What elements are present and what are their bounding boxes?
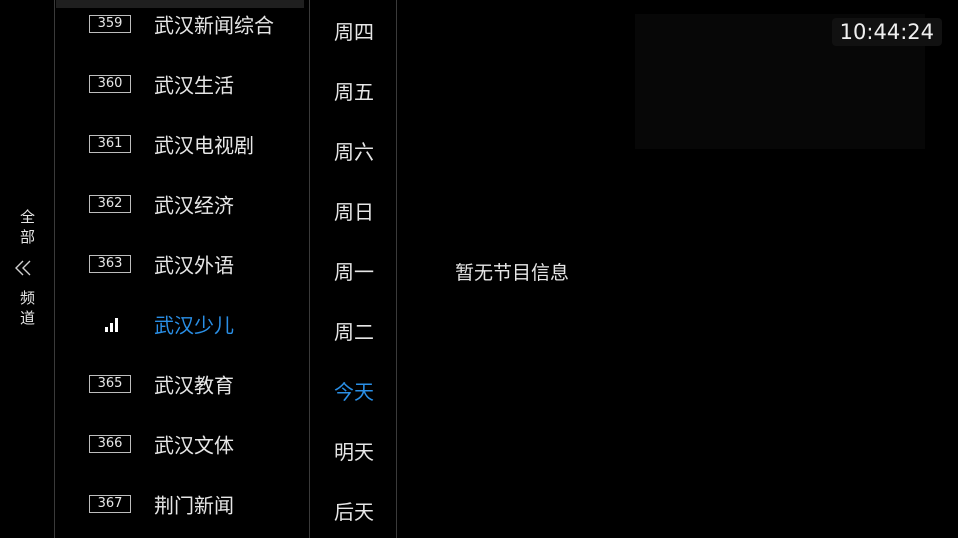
channel-name: 武汉少儿	[154, 313, 234, 338]
channel-name: 武汉新闻综合	[154, 13, 274, 38]
channel-number: 363	[89, 255, 131, 273]
double-chevron-left-icon	[15, 260, 31, 276]
channel-item[interactable]: 360 武汉生活	[56, 54, 310, 114]
channel-list: 359 武汉新闻综合 360 武汉生活 361 武汉电视剧 362 武汉经济 363 武汉外语武汉…	[56, 0, 310, 538]
day-item[interactable]: 后天	[311, 496, 397, 525]
sidebar-char: 频	[19, 289, 35, 307]
sidebar-label-channels: 频 道	[0, 288, 55, 328]
day-item[interactable]: 周四	[311, 16, 397, 45]
channel-item[interactable]: 367 荆门新闻	[56, 474, 310, 534]
channel-item[interactable]: 365 武汉教育	[56, 354, 310, 414]
channel-name: 武汉经济	[154, 193, 234, 218]
channel-item[interactable]: 366 武汉文体	[56, 414, 310, 474]
day-item[interactable]: 周六	[311, 136, 397, 165]
all-channels-tab[interactable]: 全 部 频 道	[0, 0, 55, 538]
channel-item[interactable]: 361 武汉电视剧	[56, 114, 310, 174]
channel-item[interactable]: 武汉少儿	[56, 294, 310, 354]
channel-item[interactable]: 359 武汉新闻综合	[56, 0, 310, 54]
channel-number: 360	[89, 75, 131, 93]
channel-name: 武汉生活	[154, 73, 234, 98]
sidebar-label-all: 全 部	[0, 207, 55, 247]
day-item[interactable]: 今天	[311, 376, 397, 405]
channel-name: 武汉教育	[154, 373, 234, 398]
channel-number: 365	[89, 375, 131, 393]
channel-number: 359	[89, 15, 131, 33]
channel-name: 武汉电视剧	[154, 133, 254, 158]
sidebar-char: 全	[19, 208, 35, 226]
channel-number: 367	[89, 495, 131, 513]
clock: 10:44:24	[831, 18, 942, 46]
day-list: 周四周五周六周日周一周二今天明天后天	[311, 0, 397, 538]
channel-name: 武汉文体	[154, 433, 234, 458]
day-item[interactable]: 周日	[311, 196, 397, 225]
signal-bars-icon	[105, 318, 118, 332]
day-item[interactable]: 明天	[311, 436, 397, 465]
channel-name: 荆门新闻	[154, 493, 234, 518]
day-item[interactable]: 周一	[311, 256, 397, 285]
channel-number: 361	[89, 135, 131, 153]
channel-number: 362	[89, 195, 131, 213]
channel-number: 366	[89, 435, 131, 453]
sidebar-char: 道	[19, 309, 35, 327]
channel-item[interactable]: 363 武汉外语	[56, 234, 310, 294]
day-item[interactable]: 周五	[311, 76, 397, 105]
channel-name: 武汉外语	[154, 253, 234, 278]
day-item[interactable]: 周二	[311, 316, 397, 345]
program-panel: 暂无节目信息 10:44:24	[397, 0, 958, 538]
channel-item[interactable]: 362 武汉经济	[56, 174, 310, 234]
no-program-message: 暂无节目信息	[455, 262, 570, 284]
sidebar-char: 部	[19, 228, 35, 246]
